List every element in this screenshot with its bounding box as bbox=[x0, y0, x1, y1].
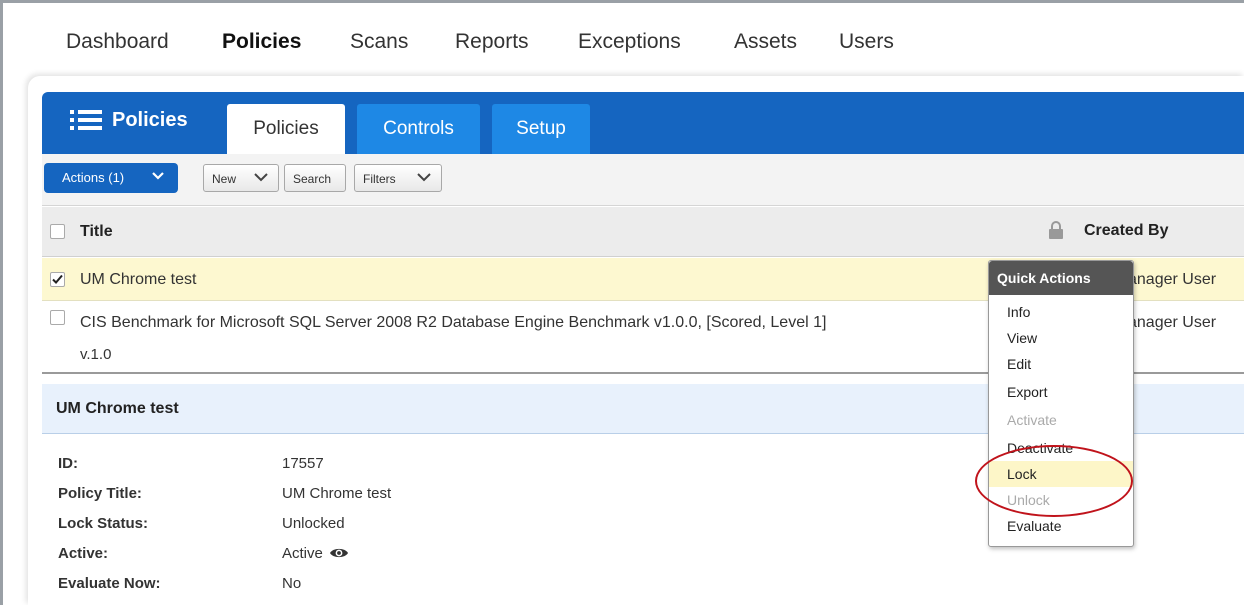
column-header-created-by[interactable]: Created By bbox=[1084, 222, 1168, 240]
row-checkbox[interactable] bbox=[50, 272, 65, 287]
column-header-title[interactable]: Title bbox=[80, 223, 113, 241]
nav-users[interactable]: Users bbox=[839, 30, 894, 54]
nav-scans[interactable]: Scans bbox=[350, 30, 408, 54]
field-label-id: ID: bbox=[58, 455, 78, 472]
actions-button[interactable]: Actions (1) bbox=[44, 163, 178, 193]
menu-item-info[interactable]: Info bbox=[989, 299, 1133, 325]
new-label: New bbox=[212, 172, 237, 186]
chevron-down-icon bbox=[152, 172, 164, 180]
nav-assets[interactable]: Assets bbox=[734, 30, 797, 54]
row-checkbox[interactable] bbox=[50, 310, 65, 325]
lock-icon bbox=[1049, 221, 1063, 239]
chevron-down-icon bbox=[254, 173, 268, 182]
tab-setup[interactable]: Setup bbox=[492, 104, 590, 154]
search-label: Search bbox=[293, 172, 332, 186]
menu-item-view[interactable]: View bbox=[989, 325, 1133, 351]
new-button[interactable]: New bbox=[203, 164, 279, 192]
toolbar: Actions (1) New Search Filters bbox=[42, 154, 1244, 206]
field-value-policy-title: UM Chrome test bbox=[282, 485, 392, 502]
field-label-active: Active: bbox=[58, 545, 109, 562]
module-title: Policies bbox=[112, 109, 188, 131]
table-header: Title Created By bbox=[42, 207, 1244, 257]
menu-item-activate: Activate bbox=[1007, 412, 1057, 428]
menu-item-export[interactable]: Export bbox=[989, 379, 1133, 405]
window-frame-left bbox=[0, 0, 3, 605]
field-label-policy-title: Policy Title: bbox=[58, 485, 142, 502]
active-status-text: Active bbox=[282, 545, 323, 562]
annotation-circle bbox=[975, 445, 1133, 517]
row-created-by: anager User bbox=[1128, 271, 1217, 288]
filters-button[interactable]: Filters bbox=[354, 164, 442, 192]
tab-policies[interactable]: Policies bbox=[227, 104, 345, 154]
module-header: Policies Policies Controls Setup bbox=[42, 92, 1244, 154]
nav-reports[interactable]: Reports bbox=[455, 30, 529, 54]
search-button[interactable]: Search bbox=[284, 164, 346, 192]
field-value-lock-status: Unlocked bbox=[282, 515, 345, 532]
row-version: v.1.0 bbox=[80, 346, 112, 363]
nav-policies[interactable]: Policies bbox=[222, 30, 301, 54]
chevron-down-icon bbox=[417, 173, 431, 182]
nav-exceptions[interactable]: Exceptions bbox=[578, 30, 681, 54]
nav-dashboard[interactable]: Dashboard bbox=[66, 30, 169, 54]
list-icon bbox=[70, 110, 102, 130]
row-title[interactable]: CIS Benchmark for Microsoft SQL Server 2… bbox=[80, 314, 826, 332]
actions-label: Actions (1) bbox=[62, 170, 125, 185]
field-value-evaluate-now: No bbox=[282, 575, 302, 592]
field-value-active: Active bbox=[282, 545, 349, 562]
menu-item-edit[interactable]: Edit bbox=[989, 351, 1133, 377]
field-value-id: 17557 bbox=[282, 455, 324, 472]
menu-item-evaluate[interactable]: Evaluate bbox=[989, 513, 1133, 539]
checkmark-icon bbox=[52, 274, 63, 284]
window-frame-top bbox=[0, 0, 1244, 3]
filters-label: Filters bbox=[363, 172, 396, 186]
quick-actions-header: Quick Actions bbox=[989, 261, 1133, 295]
field-label-evaluate-now: Evaluate Now: bbox=[58, 575, 161, 592]
tab-controls[interactable]: Controls bbox=[357, 104, 480, 154]
eye-icon[interactable] bbox=[329, 546, 349, 560]
row-created-by: anager User bbox=[1128, 314, 1217, 331]
top-navigation: Dashboard Policies Scans Reports Excepti… bbox=[0, 30, 1244, 62]
row-title[interactable]: UM Chrome test bbox=[80, 271, 196, 289]
select-all-checkbox[interactable] bbox=[50, 224, 65, 239]
field-label-lock-status: Lock Status: bbox=[58, 515, 149, 532]
detail-title: UM Chrome test bbox=[56, 400, 179, 417]
